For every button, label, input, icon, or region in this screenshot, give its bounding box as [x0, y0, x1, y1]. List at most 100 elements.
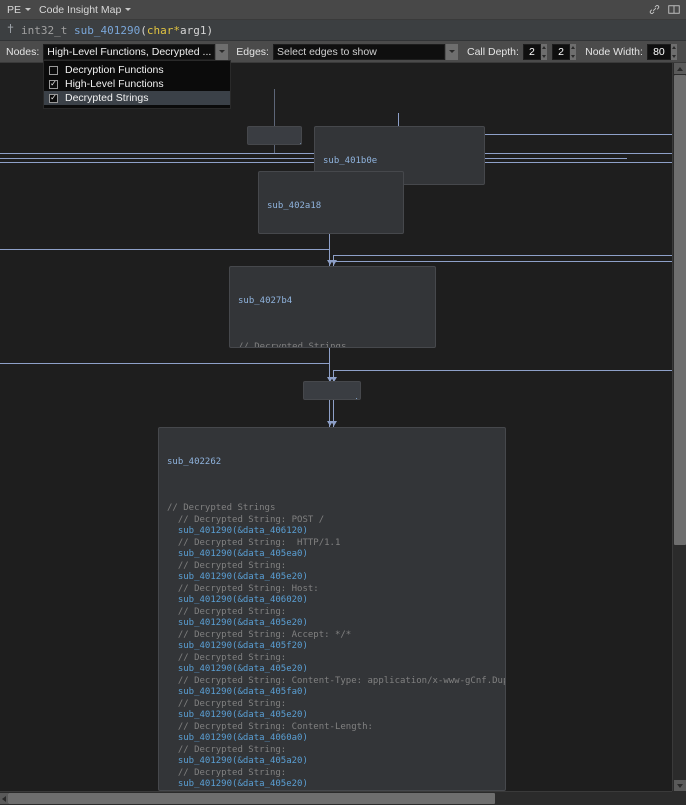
- split-view-icon[interactable]: [668, 4, 680, 15]
- graph-node-line: sub_401290(&data_405fa0): [167, 687, 308, 697]
- graph-node-title: sub_401cfc: [289, 143, 301, 145]
- horizontal-scrollbar-thumb[interactable]: [8, 793, 495, 804]
- nodes-dropdown-option-label: Decrypted Strings: [65, 92, 149, 104]
- function-return-type: int32_t: [21, 23, 68, 37]
- edges-label: Edges:: [236, 45, 269, 58]
- graph-node-sub-402840[interactable]: sub_402840: [303, 381, 361, 400]
- call-depth-label: Call Depth:: [466, 45, 519, 58]
- graph-node-sub-402262[interactable]: sub_402262 // Decrypted Strings // Decry…: [158, 427, 506, 791]
- graph-edge-arrow: [331, 421, 337, 426]
- checkbox-checked-icon[interactable]: [49, 93, 58, 103]
- graph-node-line: sub_401290(&data_4060a0): [167, 733, 308, 743]
- pin-icon[interactable]: [6, 23, 15, 37]
- code-insight-map-window: PE Code Insight Map int32_t sub_401290 (…: [0, 0, 686, 805]
- graph-node-line: [167, 492, 497, 504]
- node-width-label: Node Width:: [585, 45, 643, 58]
- scroll-up-icon[interactable]: [674, 63, 686, 74]
- link-icon[interactable]: [649, 4, 660, 15]
- graph-node-line: // Decrypted Strings: [167, 503, 276, 513]
- nodes-select-chevron-down-icon[interactable]: [215, 43, 229, 60]
- graph-node-line: sub_401290(&data_405e20): [167, 664, 308, 674]
- menu-item-code-insight-map[interactable]: Code Insight Map: [38, 4, 138, 16]
- call-depth-max-input[interactable]: 2: [552, 43, 571, 60]
- graph-node-line: sub_401290(&data_405f20): [167, 641, 308, 651]
- graph-node-sub-402a18[interactable]: sub_402a18 // Decrypted Strings // Decry…: [258, 171, 404, 234]
- graph-node-body: // Decrypted Strings // Decrypted String…: [238, 331, 427, 348]
- graph-node-line: // Decrypted String:: [167, 767, 287, 778]
- graph-node-line: sub_401290(&data_405a20): [167, 756, 308, 766]
- nodes-dropdown-option-high-level-functions[interactable]: High-Level Functions: [44, 77, 230, 91]
- nodes-dropdown-option-label: High-Level Functions: [65, 78, 164, 90]
- graph-node-line: // Decrypted String: Accept: */*: [167, 629, 352, 640]
- graph-node-line: sub_401290(&data_405e20): [167, 710, 308, 720]
- graph-edge-arrow: [331, 260, 337, 265]
- graph-edge: [333, 370, 672, 371]
- chevron-down-icon: [25, 8, 32, 11]
- graph-node-line: [238, 331, 427, 343]
- menu-bar: PE Code Insight Map: [0, 0, 686, 20]
- call-depth-max-stepper[interactable]: [570, 43, 577, 60]
- nodes-dropdown-option-decryption-functions[interactable]: Decryption Functions: [44, 63, 230, 77]
- call-depth-min-stepper[interactable]: [540, 43, 548, 60]
- edges-select-value[interactable]: Select edges to show: [272, 43, 445, 60]
- scrollbar-corner: [672, 791, 686, 805]
- horizontal-scrollbar[interactable]: [0, 791, 686, 805]
- scroll-down-icon[interactable]: [674, 780, 686, 791]
- graph-node-title: sub_401b0e: [323, 156, 378, 166]
- graph-node-line: sub_401290(&data_406120): [167, 526, 308, 536]
- graph-node-line: sub_401290(&data_405ea0): [167, 549, 308, 559]
- graph-node-title: sub_402a18: [267, 201, 322, 211]
- call-depth-min-input[interactable]: 2: [522, 43, 541, 60]
- graph-node-line: // Decrypted String:: [167, 698, 287, 709]
- nodes-select-value[interactable]: High-Level Functions, Decrypted ...: [43, 43, 216, 60]
- close-paren: ): [206, 23, 214, 37]
- graph-edge: [333, 255, 672, 256]
- graph-node-line: sub_401290(&data_405e20): [167, 572, 308, 582]
- graph-node-body: // Decrypted Strings // Decrypted String…: [167, 492, 506, 791]
- graph-node-line: sub_401290(&data_406020): [167, 595, 308, 605]
- graph-canvas[interactable]: FREEBUF: [0, 63, 672, 791]
- menu-item-code-insight-map-label: Code Insight Map: [39, 3, 122, 16]
- graph-edge: [0, 249, 329, 250]
- nodes-dropdown-option-decrypted-strings[interactable]: Decrypted Strings: [44, 91, 230, 105]
- vertical-scrollbar-thumb[interactable]: [674, 75, 686, 545]
- graph-node-line: // Decrypted String: Host:: [167, 583, 319, 594]
- graph-node-line: // Decrypted String: Content-Length:: [167, 721, 373, 732]
- graph-node-sub-401cfc[interactable]: sub_401cfc: [247, 126, 302, 145]
- node-width-stepper[interactable]: [670, 43, 677, 60]
- vertical-scrollbar[interactable]: [672, 63, 686, 791]
- edges-select-chevron-down-icon[interactable]: [444, 43, 458, 60]
- open-paren: (: [140, 23, 147, 37]
- graph-node-line: // Decrypted String:: [167, 744, 287, 755]
- graph-node-line: sub_401290(&data_405e20): [167, 618, 308, 628]
- edges-select[interactable]: Select edges to show: [272, 43, 458, 60]
- function-param-name: arg1: [179, 23, 207, 37]
- nodes-label: Nodes:: [6, 45, 40, 58]
- nodes-dropdown-option-label: Decryption Functions: [65, 64, 164, 76]
- graph-node-line: // Decrypted String:: [167, 606, 287, 617]
- graph-node-line: // Decrypted String:: [167, 560, 287, 571]
- graph-node-sub-4027b4[interactable]: sub_4027b4 // Decrypted Strings // Decry…: [229, 266, 436, 348]
- graph-node-line: // Decrypted String: HTTP/1.1: [167, 537, 341, 548]
- graph-edge: [333, 261, 672, 262]
- function-param-type: char*: [146, 23, 180, 37]
- graph-node-line: sub_401290(&data_405e20): [167, 779, 308, 789]
- node-width-input[interactable]: 80: [646, 43, 671, 60]
- menu-item-pe-label: PE: [7, 3, 22, 16]
- chevron-down-icon: [125, 8, 132, 11]
- nodes-select[interactable]: High-Level Functions, Decrypted ...: [43, 43, 229, 60]
- function-name[interactable]: sub_401290: [74, 24, 140, 37]
- checkbox-unchecked-icon[interactable]: [49, 65, 58, 75]
- graph-edge: [0, 363, 329, 364]
- function-signature-bar: int32_t sub_401290 ( char* arg1 ): [0, 20, 686, 41]
- graph-node-line: // Decrypted String: Content-Type: appli…: [177, 675, 506, 686]
- nodes-dropdown-menu[interactable]: Decryption Functions High-Level Function…: [43, 60, 231, 109]
- graph-node-title: sub_402840: [345, 398, 360, 400]
- checkbox-checked-icon[interactable]: [49, 79, 58, 89]
- graph-node-line: // Decrypted String:: [167, 652, 287, 663]
- graph-node-title: sub_4027b4: [238, 296, 293, 306]
- graph-node-title: sub_402262: [167, 457, 222, 467]
- graph-node-line: // Decrypted Strings: [238, 342, 347, 348]
- scroll-left-icon[interactable]: [0, 793, 8, 804]
- menu-item-pe[interactable]: PE: [6, 4, 38, 16]
